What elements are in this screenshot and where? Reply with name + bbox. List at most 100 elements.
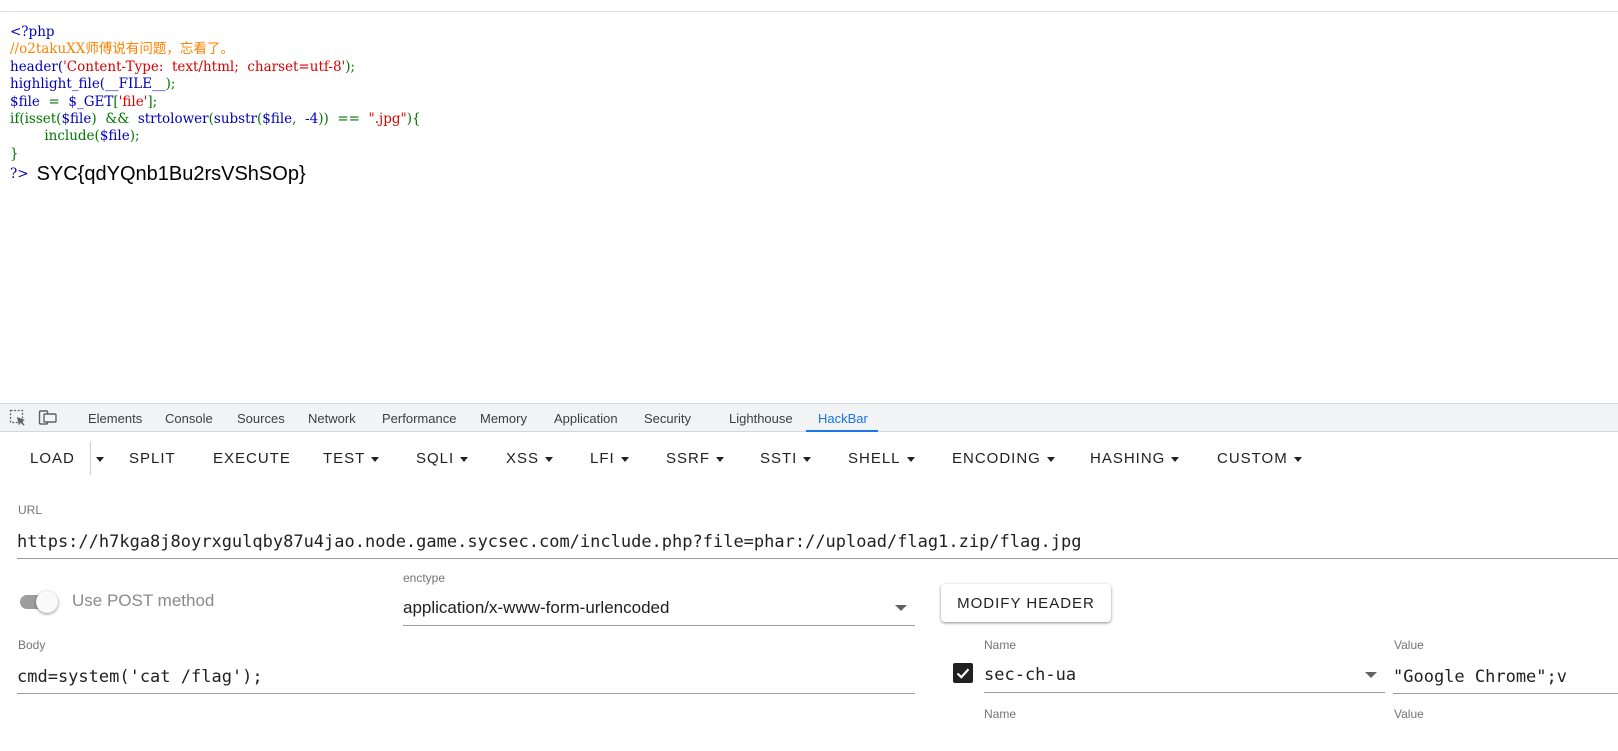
code-token: if(isset( <box>10 110 62 127</box>
url-input[interactable] <box>17 526 1618 559</box>
post-method-label: Use POST method <box>72 591 215 610</box>
hackbar-toolbar: LOAD SPLIT EXECUTE TEST SQLI XSS LFI SSR… <box>0 433 1618 485</box>
tab-sources[interactable]: Sources <box>237 404 285 432</box>
code-token: $file <box>10 93 49 110</box>
code-line: highlight_file(__FILE__); <box>10 76 421 93</box>
code-token: __FILE__ <box>105 76 166 93</box>
inspect-element-icon[interactable] <box>9 409 27 427</box>
tab-elements[interactable]: Elements <box>88 404 142 432</box>
url-label: URL <box>18 503 43 517</box>
caret-down-icon <box>1293 456 1302 462</box>
code-token: strtolower <box>137 110 209 127</box>
modify-header-button[interactable]: MODIFY HEADER <box>941 584 1111 622</box>
caret-down-icon <box>96 456 104 462</box>
header-name-select[interactable]: sec-ch-ua <box>984 660 1385 693</box>
tab-console[interactable]: Console <box>165 404 213 432</box>
code-token: )) == <box>318 110 369 127</box>
header-value-label: Value <box>1394 638 1424 652</box>
enctype-value: application/x-www-form-urlencoded <box>403 598 670 617</box>
code-token: ".jpg" <box>368 110 407 127</box>
code-token: ){ <box>406 110 421 127</box>
tab-security[interactable]: Security <box>644 404 691 432</box>
code-token: $file <box>99 128 130 145</box>
tab-memory[interactable]: Memory <box>480 404 527 432</box>
caret-down-icon <box>803 456 812 462</box>
code-token: ]; <box>147 93 158 110</box>
load-button[interactable]: LOAD <box>30 446 75 472</box>
ssti-menu-label: SSTI <box>760 450 798 467</box>
tab-performance[interactable]: Performance <box>382 404 456 432</box>
caret-down-icon <box>716 456 725 462</box>
code-token: , <box>292 110 306 127</box>
custom-menu-label: CUSTOM <box>1217 450 1288 467</box>
code-token: substr <box>213 110 257 127</box>
caret-down-icon <box>620 456 629 462</box>
shell-menu-label: SHELL <box>848 450 901 467</box>
execute-button[interactable]: EXECUTE <box>213 446 291 472</box>
post-method-toggle[interactable] <box>18 590 62 614</box>
code-token: highlight_file( <box>10 76 106 93</box>
header-name-underline <box>984 692 1385 693</box>
caret-down-icon <box>460 456 469 462</box>
enctype-select[interactable]: application/x-www-form-urlencoded <box>403 594 915 626</box>
tab-application[interactable]: Application <box>554 404 618 432</box>
enctype-underline <box>403 625 915 626</box>
test-menu-label: TEST <box>323 450 366 467</box>
code-token: 'Content-Type: text/html; charset=utf-8' <box>63 58 346 75</box>
ssrf-menu-button[interactable]: SSRF <box>666 446 725 472</box>
enctype-label: enctype <box>403 571 446 585</box>
load-options-button[interactable] <box>92 446 108 472</box>
lfi-menu-button[interactable]: LFI <box>590 446 629 472</box>
custom-menu-button[interactable]: CUSTOM <box>1217 446 1302 472</box>
hashing-menu-button[interactable]: HASHING <box>1090 446 1180 472</box>
header-enabled-checkbox[interactable] <box>953 663 973 683</box>
split-button[interactable]: SPLIT <box>129 446 176 472</box>
ssti-menu-button[interactable]: SSTI <box>760 446 812 472</box>
code-token: $_GET <box>68 93 114 110</box>
code-line: //o2takuXX师傅说有问题，忘看了。 <box>10 41 421 58</box>
code-token: include( <box>10 128 100 145</box>
code-token: = <box>48 93 69 110</box>
shell-menu-button[interactable]: SHELL <box>848 446 915 472</box>
lfi-menu-label: LFI <box>590 450 615 467</box>
xss-menu-button[interactable]: XSS <box>506 446 554 472</box>
caret-down-icon <box>545 456 554 462</box>
code-token: ) && <box>91 110 138 127</box>
encoding-menu-button[interactable]: ENCODING <box>952 446 1055 472</box>
execute-button-label: EXECUTE <box>213 450 291 467</box>
dropdown-arrow-icon <box>895 605 907 611</box>
code-line: <?php <box>10 24 421 41</box>
hashing-menu-label: HASHING <box>1090 450 1166 467</box>
load-button-label: LOAD <box>30 450 75 467</box>
sqli-menu-button[interactable]: SQLI <box>416 446 469 472</box>
xss-menu-label: XSS <box>506 450 540 467</box>
split-button-label: SPLIT <box>129 450 176 467</box>
code-line: $file = $_GET['file']; <box>10 94 421 111</box>
modify-header-label: MODIFY HEADER <box>957 594 1095 612</box>
caret-down-icon <box>371 456 380 462</box>
ssrf-menu-label: SSRF <box>666 450 711 467</box>
code-token: <?php <box>10 24 55 40</box>
code-token: $file <box>262 110 293 127</box>
code-token: //o2takuXX师傅说有问题，忘看了。 <box>10 41 234 58</box>
encoding-menu-label: ENCODING <box>952 450 1041 467</box>
toggle-thumb <box>36 591 58 613</box>
tab-network[interactable]: Network <box>308 404 356 432</box>
next-header-value-label: Value <box>1394 707 1424 721</box>
header-name-label: Name <box>984 638 1017 652</box>
code-token: ); <box>165 76 176 93</box>
php-close-tag: ?> <box>10 166 29 182</box>
code-token: $file <box>61 110 92 127</box>
code-token: ); <box>345 58 356 75</box>
header-value-input[interactable] <box>1393 660 1618 694</box>
test-menu-button[interactable]: TEST <box>323 446 380 472</box>
flag-output: SYC{qdYQnb1Bu2rsVShSOp} <box>36 162 306 185</box>
next-header-name-label: Name <box>984 707 1017 721</box>
tab-lighthouse[interactable]: Lighthouse <box>729 404 793 432</box>
tab-hackbar[interactable]: HackBar <box>818 404 868 432</box>
body-input[interactable] <box>17 660 915 694</box>
code-token: ); <box>129 128 140 145</box>
dropdown-arrow-icon <box>1365 672 1377 678</box>
device-toolbar-icon[interactable] <box>38 409 58 427</box>
caret-down-icon <box>1046 456 1055 462</box>
